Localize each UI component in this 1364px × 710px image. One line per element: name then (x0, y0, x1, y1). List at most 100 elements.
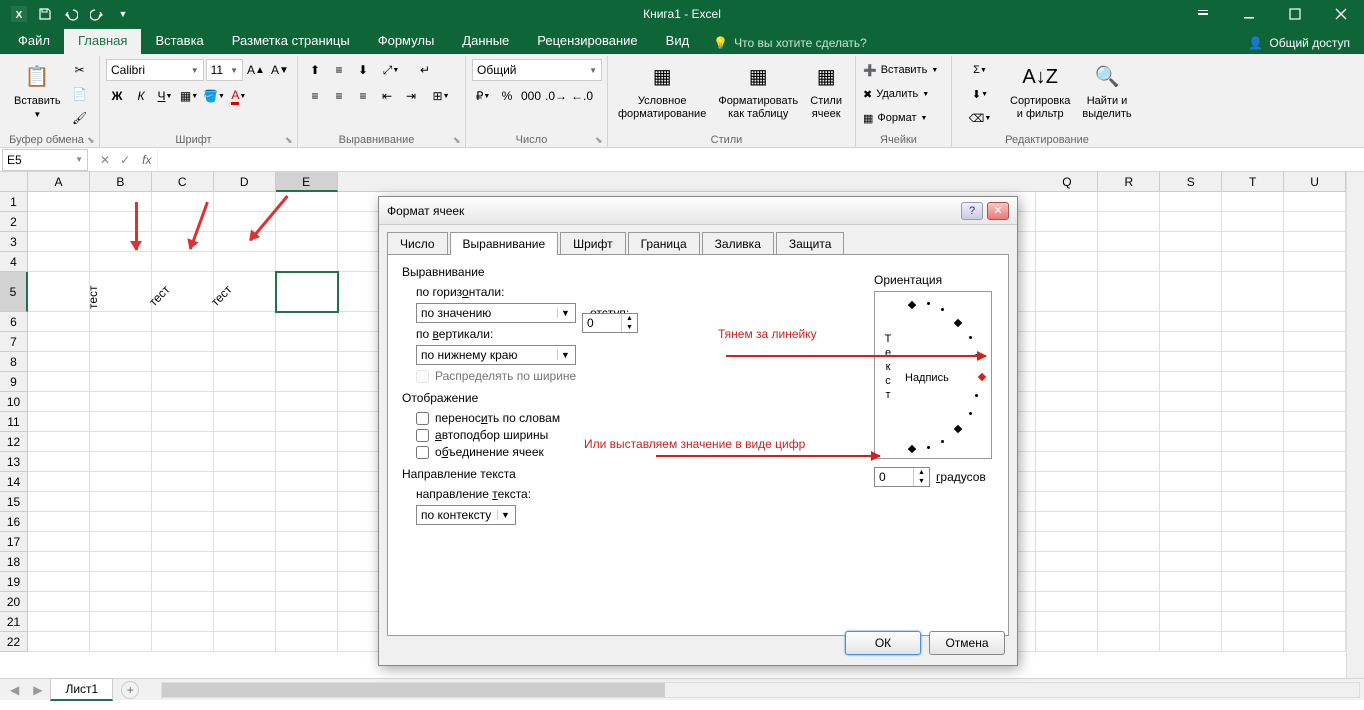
row-22[interactable]: 22 (0, 632, 28, 652)
name-box[interactable]: E5▼ (2, 149, 88, 171)
row-13[interactable]: 13 (0, 452, 28, 472)
vertical-scrollbar[interactable] (1346, 172, 1364, 678)
underline-button[interactable]: Ч▼ (154, 85, 176, 107)
col-S[interactable]: S (1160, 172, 1222, 192)
orientation-widget[interactable]: Текст Надпись (874, 291, 992, 459)
cells-delete-button[interactable]: ✖ Удалить ▼ (862, 83, 948, 105)
font-family-combo[interactable]: Calibri▼ (106, 59, 204, 81)
wrap-checkbox[interactable] (416, 412, 429, 425)
row-10[interactable]: 10 (0, 392, 28, 412)
italic-button[interactable]: К (130, 85, 152, 107)
row-15[interactable]: 15 (0, 492, 28, 512)
align-bottom-icon[interactable]: ⬇ (352, 59, 374, 81)
row-19[interactable]: 19 (0, 572, 28, 592)
col-B[interactable]: B (90, 172, 152, 192)
number-launcher[interactable]: ⬊ (595, 135, 605, 145)
row-4[interactable]: 4 (0, 252, 28, 272)
cell-D5[interactable]: тест (214, 272, 276, 312)
autofit-checkbox[interactable] (416, 429, 429, 442)
tab-file[interactable]: Файл (4, 29, 64, 54)
row-11[interactable]: 11 (0, 412, 28, 432)
close-icon[interactable] (1318, 0, 1364, 28)
row-14[interactable]: 14 (0, 472, 28, 492)
fill-icon[interactable]: ⬇ ▼ (958, 83, 1002, 105)
tab-review[interactable]: Рецензирование (523, 29, 651, 54)
col-E[interactable]: E (276, 172, 338, 192)
cell-E5[interactable] (276, 272, 338, 312)
indent-decrease-icon[interactable]: ⇤ (376, 85, 398, 107)
dlg-tab-align[interactable]: Выравнивание (450, 232, 559, 255)
row-16[interactable]: 16 (0, 512, 28, 532)
dialog-close-icon[interactable]: ✕ (987, 202, 1009, 220)
horiz-align-select[interactable]: по значению▼ (416, 303, 576, 323)
row-18[interactable]: 18 (0, 552, 28, 572)
paste-button[interactable]: 📋Вставить▼ (10, 59, 65, 129)
formula-input[interactable] (157, 149, 1364, 171)
align-right-icon[interactable]: ≡ (352, 85, 374, 107)
merge-checkbox[interactable] (416, 446, 429, 459)
minimize-icon[interactable] (1226, 0, 1272, 28)
currency-icon[interactable]: ₽▼ (472, 85, 494, 107)
cell-styles-button[interactable]: ▦Стили ячеек (806, 59, 846, 123)
cut-icon[interactable]: ✂ (69, 59, 91, 81)
tab-view[interactable]: Вид (652, 29, 704, 54)
row-17[interactable]: 17 (0, 532, 28, 552)
tell-me[interactable]: 💡Что вы хотите сделать? (703, 32, 877, 54)
row-12[interactable]: 12 (0, 432, 28, 452)
ribbon-options-icon[interactable] (1180, 0, 1226, 28)
ok-button[interactable]: ОК (845, 631, 921, 655)
indent-spinner[interactable]: ▲▼ (582, 313, 638, 333)
cancel-formula-icon[interactable]: ✕ (100, 153, 110, 167)
dlg-tab-font[interactable]: Шрифт (560, 232, 625, 255)
tab-layout[interactable]: Разметка страницы (218, 29, 364, 54)
enter-formula-icon[interactable]: ✓ (120, 153, 130, 167)
degrees-spinner[interactable]: ▲▼ (874, 467, 930, 487)
orient-vertical-text[interactable]: Текст (881, 332, 895, 402)
grow-font-icon[interactable]: A▲ (245, 59, 267, 81)
col-C[interactable]: C (152, 172, 214, 192)
cells-format-button[interactable]: ▦ Формат ▼ (862, 107, 948, 129)
dlg-tab-fill[interactable]: Заливка (702, 232, 774, 255)
row-6[interactable]: 6 (0, 312, 28, 332)
merge-icon[interactable]: ⊞▼ (424, 85, 458, 107)
text-direction-select[interactable]: по контексту▼ (416, 505, 516, 525)
cells-insert-button[interactable]: ➕ Вставить ▼ (862, 59, 948, 81)
qat-customize-icon[interactable]: ▼ (112, 3, 134, 25)
add-sheet-button[interactable]: + (121, 681, 139, 699)
col-Q[interactable]: Q (1036, 172, 1098, 192)
clipboard-launcher[interactable]: ⬊ (87, 135, 97, 145)
tab-formulas[interactable]: Формулы (364, 29, 449, 54)
font-size-combo[interactable]: 11▼ (206, 59, 243, 81)
indent-increase-icon[interactable]: ⇥ (400, 85, 422, 107)
autosum-icon[interactable]: Σ ▼ (958, 59, 1002, 81)
dialog-help-icon[interactable]: ? (961, 202, 983, 220)
row-5[interactable]: 5 (0, 272, 28, 312)
copy-icon[interactable]: 📄 (69, 83, 91, 105)
maximize-icon[interactable] (1272, 0, 1318, 28)
undo-icon[interactable] (60, 3, 82, 25)
clear-icon[interactable]: ⌫ ▼ (958, 107, 1002, 129)
tab-data[interactable]: Данные (448, 29, 523, 54)
find-select-button[interactable]: 🔍Найти и выделить (1078, 59, 1135, 129)
dlg-tab-border[interactable]: Граница (628, 232, 700, 255)
format-table-button[interactable]: ▦Форматировать как таблицу (714, 59, 802, 123)
row-7[interactable]: 7 (0, 332, 28, 352)
align-middle-icon[interactable]: ≡ (328, 59, 350, 81)
border-button[interactable]: ▦▼ (178, 85, 200, 107)
row-21[interactable]: 21 (0, 612, 28, 632)
comma-icon[interactable]: 000 (520, 85, 542, 107)
align-launcher[interactable]: ⬊ (453, 135, 463, 145)
orientation-icon[interactable]: ⤢▼ (376, 59, 406, 81)
row-8[interactable]: 8 (0, 352, 28, 372)
col-A[interactable]: A (28, 172, 90, 192)
wrap-text-icon[interactable]: ↵ (408, 59, 442, 81)
align-top-icon[interactable]: ⬆ (304, 59, 326, 81)
col-R[interactable]: R (1098, 172, 1160, 192)
font-color-button[interactable]: A▼ (228, 85, 250, 107)
number-format-combo[interactable]: Общий▼ (472, 59, 602, 81)
col-T[interactable]: T (1222, 172, 1284, 192)
select-all-cell[interactable] (0, 172, 28, 192)
row-20[interactable]: 20 (0, 592, 28, 612)
align-left-icon[interactable]: ≡ (304, 85, 326, 107)
percent-icon[interactable]: % (496, 85, 518, 107)
